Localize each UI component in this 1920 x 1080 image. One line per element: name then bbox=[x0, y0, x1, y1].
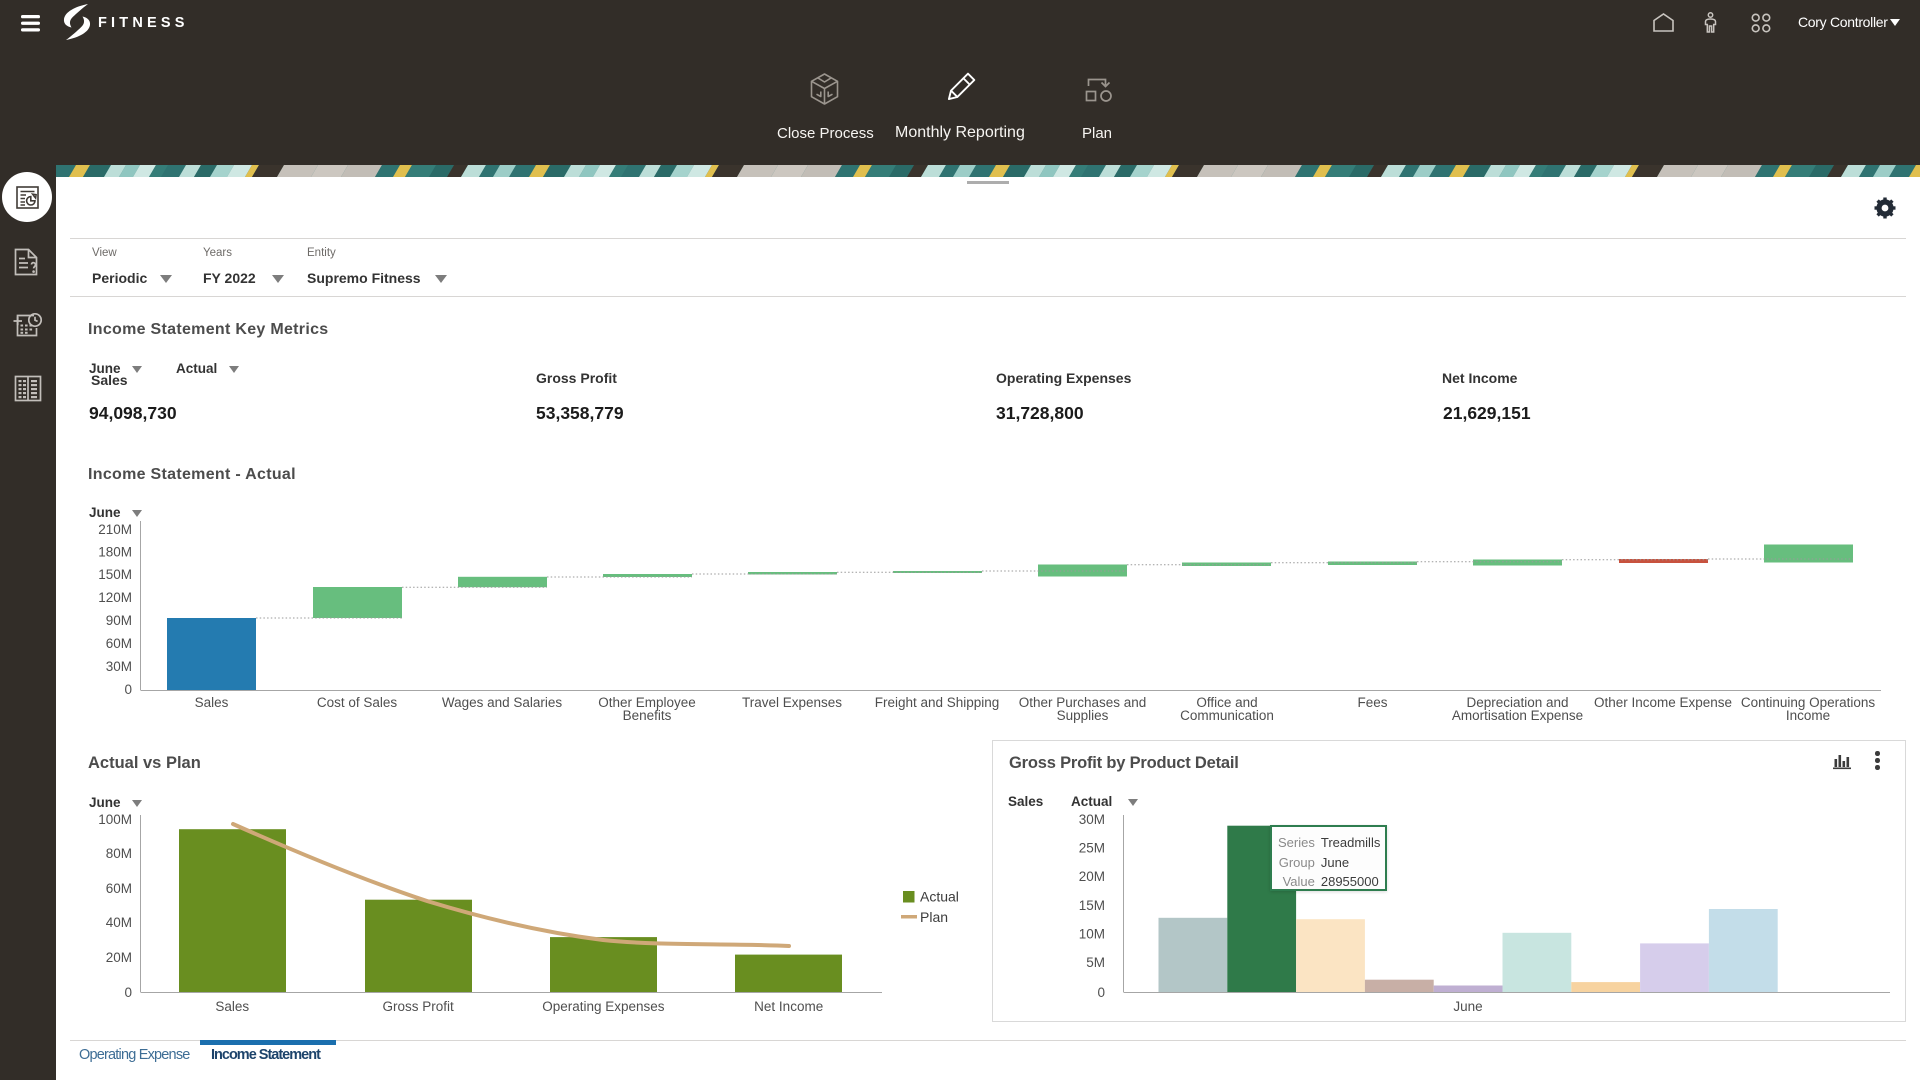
svg-text:Sales: Sales bbox=[195, 695, 229, 710]
svg-text:Gross Profit: Gross Profit bbox=[382, 999, 454, 1014]
svg-text:10M: 10M bbox=[1079, 927, 1105, 942]
svg-text:June: June bbox=[1453, 999, 1482, 1014]
svg-text:180M: 180M bbox=[98, 545, 132, 560]
svg-text:30M: 30M bbox=[1079, 812, 1105, 827]
svg-text:Income: Income bbox=[1786, 708, 1830, 723]
svg-text:90M: 90M bbox=[106, 613, 132, 628]
svg-text:5M: 5M bbox=[1086, 955, 1105, 970]
svg-text:60M: 60M bbox=[106, 636, 132, 651]
svg-text:Communication: Communication bbox=[1180, 708, 1274, 723]
svg-text:Amortisation Expense: Amortisation Expense bbox=[1452, 708, 1583, 723]
svg-text:Actual: Actual bbox=[920, 889, 959, 905]
svg-text:0: 0 bbox=[124, 682, 132, 697]
svg-text:Supplies: Supplies bbox=[1057, 708, 1109, 723]
svg-text:20M: 20M bbox=[1079, 869, 1105, 884]
svg-text:Other Income Expense: Other Income Expense bbox=[1594, 695, 1732, 710]
svg-text:150M: 150M bbox=[98, 567, 132, 582]
svg-text:Freight and Shipping: Freight and Shipping bbox=[875, 695, 1000, 710]
svg-text:Fees: Fees bbox=[1357, 695, 1387, 710]
svg-text:30M: 30M bbox=[106, 659, 132, 674]
svg-text:0: 0 bbox=[124, 985, 132, 1000]
svg-text:Cost of Sales: Cost of Sales bbox=[317, 695, 398, 710]
svg-text:Travel Expenses: Travel Expenses bbox=[742, 695, 842, 710]
svg-text:Wages and Salaries: Wages and Salaries bbox=[442, 695, 563, 710]
svg-text:80M: 80M bbox=[106, 846, 132, 861]
svg-text:120M: 120M bbox=[98, 590, 132, 605]
svg-text:100M: 100M bbox=[98, 812, 132, 827]
svg-text:20M: 20M bbox=[106, 950, 132, 965]
svg-text:60M: 60M bbox=[106, 881, 132, 896]
svg-text:40M: 40M bbox=[106, 915, 132, 930]
svg-text:Sales: Sales bbox=[215, 999, 249, 1014]
svg-text:25M: 25M bbox=[1079, 841, 1105, 856]
svg-text:0: 0 bbox=[1097, 985, 1105, 1000]
svg-text:Operating Expenses: Operating Expenses bbox=[542, 999, 665, 1014]
svg-text:Plan: Plan bbox=[920, 909, 948, 925]
svg-text:Net Income: Net Income bbox=[754, 999, 823, 1014]
svg-text:Benefits: Benefits bbox=[623, 708, 672, 723]
svg-text:15M: 15M bbox=[1079, 898, 1105, 913]
svg-text:210M: 210M bbox=[98, 522, 132, 537]
